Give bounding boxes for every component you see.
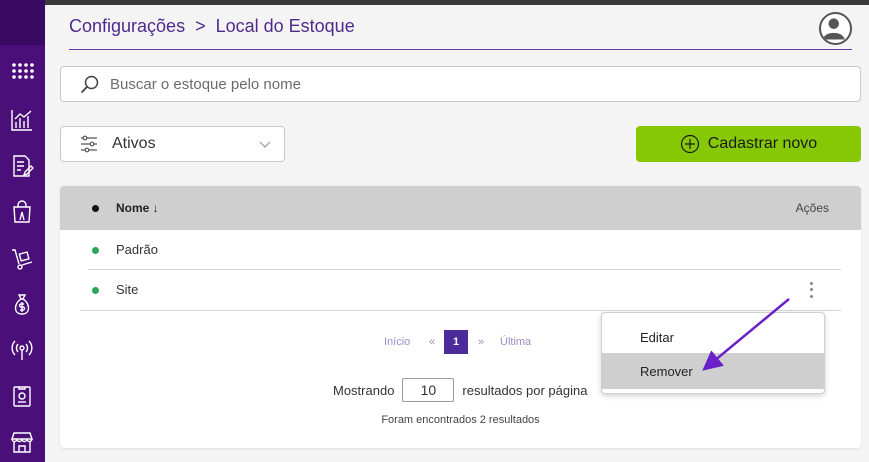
pagination-prev[interactable]: « xyxy=(429,336,435,348)
clipboard-icon[interactable] xyxy=(8,382,36,410)
row-actions-menu: Editar Remover xyxy=(601,312,825,394)
chart-icon[interactable] xyxy=(8,106,36,134)
per-page-input[interactable] xyxy=(402,378,455,402)
menu-item-edit[interactable]: Editar xyxy=(602,319,824,355)
row-name: Padrão xyxy=(116,242,158,257)
per-page-suffix: resultados por página xyxy=(462,382,588,398)
pagination-next[interactable]: » xyxy=(478,336,484,348)
shopping-bag-icon[interactable] xyxy=(8,198,36,226)
status-filter-select[interactable]: Ativos xyxy=(60,126,285,162)
money-bag-icon[interactable] xyxy=(8,290,36,318)
row-name: Site xyxy=(116,282,139,297)
pagination-current-page[interactable]: 1 xyxy=(444,330,468,354)
store-icon[interactable] xyxy=(8,428,36,456)
results-count-text: Foram encontrados 2 resultados xyxy=(381,414,540,426)
actions-column-header: Ações xyxy=(795,201,829,215)
add-new-button[interactable]: Cadastrar novo xyxy=(636,126,861,162)
chevron-down-icon xyxy=(259,141,271,148)
sidebar-header xyxy=(0,0,45,45)
pagination-last[interactable]: Última xyxy=(500,336,531,348)
search-icon xyxy=(81,75,99,93)
filter-sliders-icon xyxy=(81,135,97,153)
page-title: Local do Estoque xyxy=(215,16,355,36)
user-icon xyxy=(822,18,845,40)
breadcrumb-parent[interactable]: Configurações xyxy=(69,16,185,37)
pagination-first[interactable]: Início xyxy=(384,336,410,348)
results-count: Foram encontrados 2 resultados xyxy=(60,414,861,426)
avatar[interactable] xyxy=(819,12,852,45)
add-new-label: Cadastrar novo xyxy=(707,135,818,152)
menu-item-remove[interactable]: Remover xyxy=(602,353,824,389)
top-strip xyxy=(0,0,869,5)
table-row[interactable]: Padrão xyxy=(88,230,841,270)
more-actions-icon[interactable] xyxy=(807,280,815,300)
sidebar xyxy=(0,0,45,462)
broadcast-icon[interactable] xyxy=(8,336,36,364)
plus-circle-icon xyxy=(680,134,699,154)
breadcrumb-separator: > xyxy=(195,16,206,36)
per-page-control: Mostrando resultados por página xyxy=(333,378,587,402)
filter-selected-value: Ativos xyxy=(112,135,156,152)
table-header: Nome ↓ Ações xyxy=(60,186,861,230)
grid-icon[interactable] xyxy=(8,59,36,87)
status-dot xyxy=(92,287,99,294)
table-row[interactable]: Site xyxy=(88,270,841,310)
header-divider xyxy=(69,49,852,50)
row-divider xyxy=(80,310,841,311)
status-header-dot xyxy=(92,205,99,212)
hand-truck-icon[interactable] xyxy=(8,245,36,273)
search-bar xyxy=(60,66,861,102)
breadcrumb: Configurações > Local do Estoque xyxy=(69,16,355,37)
name-column-label: Nome ↓ xyxy=(116,201,159,215)
name-column-header[interactable]: Nome ↓ xyxy=(116,201,159,215)
document-edit-icon[interactable] xyxy=(8,152,36,180)
status-dot xyxy=(92,247,99,254)
search-input[interactable] xyxy=(110,75,810,93)
per-page-prefix: Mostrando xyxy=(333,382,395,398)
